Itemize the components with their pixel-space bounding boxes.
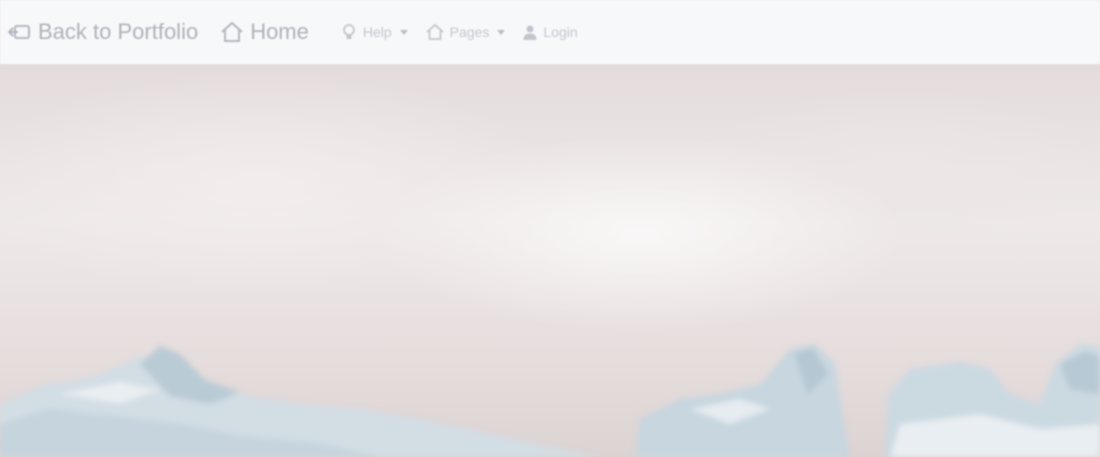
nav-login[interactable]: Login — [523, 24, 578, 40]
nav-back-to-portfolio-label: Back to Portfolio — [38, 19, 199, 44]
nav-back-to-portfolio[interactable]: Back to Portfolio — [8, 19, 198, 45]
home-icon — [220, 21, 244, 43]
nav-home[interactable]: Home — [220, 19, 309, 45]
chevron-down-icon — [399, 29, 408, 35]
nav-login-label: Login — [543, 24, 578, 40]
nav-home-label: Home — [250, 19, 309, 44]
home-icon — [426, 23, 444, 41]
back-arrow-icon — [8, 21, 32, 43]
nav-pages-label: Pages — [449, 24, 490, 40]
nav-help-label: Help — [362, 24, 392, 40]
nav-help-dropdown[interactable]: Help — [341, 23, 408, 41]
hero-banner — [0, 64, 1100, 457]
nav-pages-dropdown[interactable]: Pages — [426, 23, 506, 41]
user-icon — [523, 24, 537, 40]
glacier-ice-image — [0, 344, 1100, 457]
top-navbar: Back to Portfolio Home Help Pages Login — [0, 0, 1100, 64]
lightbulb-icon — [341, 23, 357, 41]
chevron-down-icon — [497, 29, 506, 35]
